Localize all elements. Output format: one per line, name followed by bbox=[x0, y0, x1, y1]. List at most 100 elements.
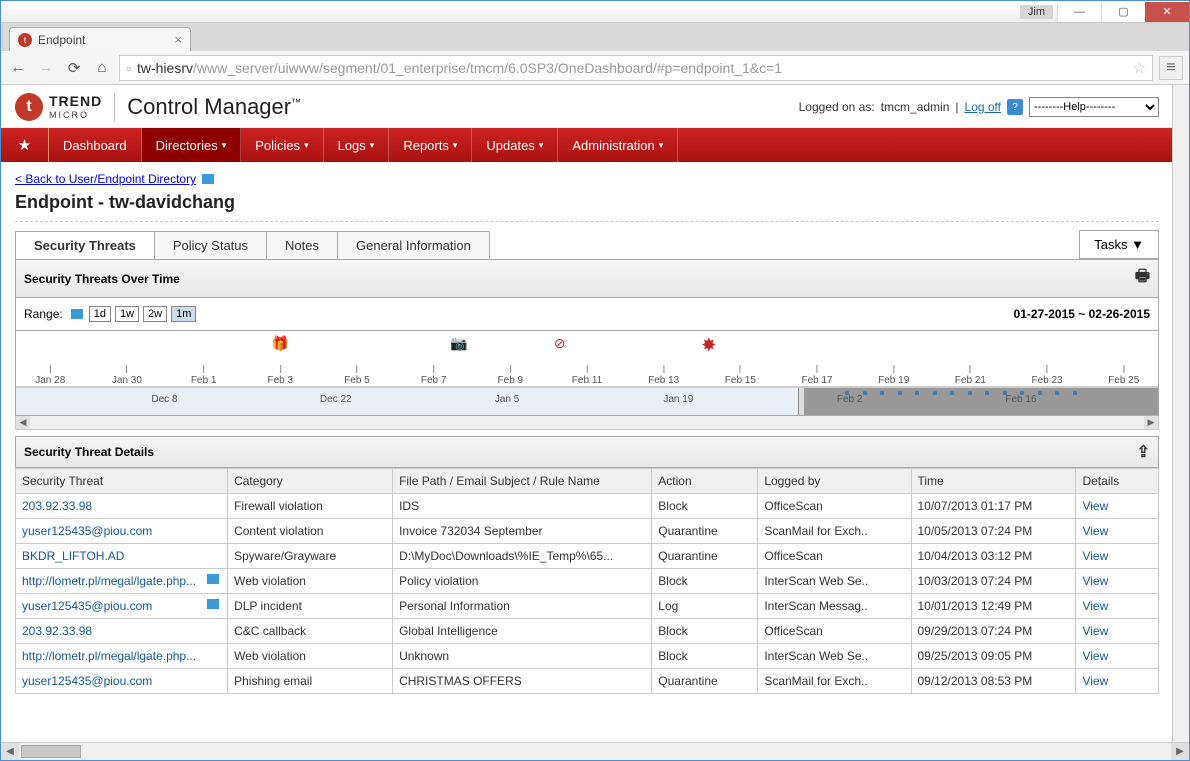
window-close-button[interactable]: ✕ bbox=[1145, 2, 1189, 22]
cell-time: 10/03/2013 07:24 PM bbox=[911, 569, 1076, 594]
threat-link[interactable]: yuser125435@piou.com bbox=[22, 674, 152, 688]
threat-link[interactable]: yuser125435@piou.com bbox=[22, 524, 152, 538]
cell-action: Block bbox=[652, 569, 758, 594]
reload-button[interactable]: ⟳ bbox=[63, 57, 85, 79]
col-category[interactable]: Category bbox=[228, 469, 393, 494]
app-title: Control Manager™ bbox=[127, 94, 301, 120]
nav-logs[interactable]: Logs▾ bbox=[324, 128, 390, 162]
tab-policy-status[interactable]: Policy Status bbox=[155, 231, 267, 259]
col-details[interactable]: Details bbox=[1076, 469, 1159, 494]
cell-detail: Global Intelligence bbox=[393, 619, 652, 644]
header-right: Logged on as: tmcm_admin | Log off ? ---… bbox=[799, 97, 1159, 117]
range-label: Range: bbox=[24, 307, 63, 321]
threat-burst-icon[interactable]: ✸ bbox=[701, 335, 716, 356]
threat-camera-icon[interactable]: 📷 bbox=[450, 335, 467, 352]
range-2w[interactable]: 2w bbox=[143, 306, 167, 322]
col-security-threat[interactable]: Security Threat bbox=[16, 469, 228, 494]
cell-loggedby: OfficeScan bbox=[758, 619, 911, 644]
tab-close-icon[interactable]: × bbox=[174, 32, 182, 47]
window-horizontal-scrollbar[interactable]: ◀ ▶ bbox=[1, 742, 1189, 760]
range-1m[interactable]: 1m bbox=[171, 306, 196, 322]
view-link[interactable]: View bbox=[1082, 649, 1108, 663]
back-link[interactable]: < Back to User/Endpoint Directory bbox=[15, 172, 196, 186]
view-link[interactable]: View bbox=[1082, 674, 1108, 688]
timeline-overview[interactable]: Dec 8Dec 22Jan 5Jan 19Feb 2Feb 16 bbox=[16, 387, 1158, 415]
blank-page-icon: ▫ bbox=[126, 60, 131, 76]
window-maximize-button[interactable]: ▢ bbox=[1101, 2, 1145, 22]
caret-down-icon: ▾ bbox=[539, 140, 544, 151]
timeline-scrollbar[interactable]: ◀ ▶ bbox=[15, 416, 1159, 430]
tab-security-threats[interactable]: Security Threats bbox=[15, 231, 155, 259]
table-row: yuser125435@piou.comPhishing emailCHRIST… bbox=[16, 669, 1159, 694]
print-icon[interactable]: 🖶 bbox=[1135, 265, 1150, 292]
nav-favorites-icon[interactable]: ★ bbox=[1, 128, 49, 162]
threat-link[interactable]: http://lometr.pl/megal/lgate.php... bbox=[22, 574, 196, 588]
cell-loggedby: OfficeScan bbox=[758, 494, 911, 519]
threat-gift-icon[interactable]: 🎁 bbox=[272, 335, 289, 352]
timeline-tick: Feb 1 bbox=[191, 365, 217, 386]
cell-category: Web violation bbox=[228, 569, 393, 594]
view-link[interactable]: View bbox=[1082, 524, 1108, 538]
threat-link[interactable]: 203.92.33.98 bbox=[22, 624, 92, 638]
cell-category: Spyware/Grayware bbox=[228, 544, 393, 569]
nav-dashboard[interactable]: Dashboard bbox=[49, 128, 142, 162]
range-date-span: 01-27-2015 ~ 02-26-2015 bbox=[1014, 307, 1150, 321]
scroll-right-icon[interactable]: ▶ bbox=[1144, 416, 1158, 429]
view-link[interactable]: View bbox=[1082, 624, 1108, 638]
col-action[interactable]: Action bbox=[652, 469, 758, 494]
back-button[interactable]: ← bbox=[7, 57, 29, 79]
cell-action: Block bbox=[652, 494, 758, 519]
col-time[interactable]: Time bbox=[911, 469, 1076, 494]
nav-directories[interactable]: Directories▾ bbox=[142, 128, 242, 162]
help-icon[interactable]: ? bbox=[1007, 99, 1023, 115]
logged-on-label: Logged on as: bbox=[799, 100, 875, 114]
help-select[interactable]: --------Help-------- bbox=[1029, 97, 1159, 117]
cell-time: 09/29/2013 07:24 PM bbox=[911, 619, 1076, 644]
scroll-right-icon[interactable]: ▶ bbox=[1171, 743, 1189, 760]
view-link[interactable]: View bbox=[1082, 549, 1108, 563]
logoff-link[interactable]: Log off bbox=[965, 100, 1001, 114]
col-logged-by[interactable]: Logged by bbox=[758, 469, 911, 494]
timeline-tick: Feb 25 bbox=[1108, 365, 1139, 386]
favicon-icon: t bbox=[18, 33, 32, 47]
threat-link[interactable]: BKDR_LIFTOH.AD bbox=[22, 549, 124, 563]
range-1d[interactable]: 1d bbox=[89, 306, 111, 322]
table-header-row: Security Threat Category File Path / Ema… bbox=[16, 469, 1159, 494]
window-minimize-button[interactable]: — bbox=[1057, 2, 1101, 22]
timeline-tick: Feb 3 bbox=[267, 365, 293, 386]
cell-time: 09/25/2013 09:05 PM bbox=[911, 644, 1076, 669]
note-marker-icon bbox=[71, 309, 83, 319]
browser-menu-button[interactable]: ≡ bbox=[1159, 56, 1183, 80]
browser-tab[interactable]: t Endpoint × bbox=[9, 27, 191, 51]
address-bar[interactable]: ▫ tw-hiesrv/www_server/uiwww/segment/01_… bbox=[119, 55, 1153, 81]
view-link[interactable]: View bbox=[1082, 599, 1108, 613]
scroll-left-icon[interactable]: ◀ bbox=[1, 743, 19, 760]
nav-administration[interactable]: Administration▾ bbox=[558, 128, 678, 162]
timeline-tick: Jan 28 bbox=[35, 365, 65, 386]
tasks-button[interactable]: Tasks ▼ bbox=[1079, 230, 1159, 259]
overview-tick: Feb 16 bbox=[1005, 394, 1036, 405]
nav-updates[interactable]: Updates▾ bbox=[472, 128, 558, 162]
range-1w[interactable]: 1w bbox=[115, 306, 139, 322]
view-link[interactable]: View bbox=[1082, 574, 1108, 588]
logged-on-user: tmcm_admin bbox=[881, 100, 950, 114]
os-user-badge: Jim bbox=[1020, 5, 1053, 19]
url-path: /www_server/uiwww/segment/01_enterprise/… bbox=[193, 60, 782, 76]
tab-notes[interactable]: Notes bbox=[267, 231, 338, 259]
bookmark-star-icon[interactable]: ☆ bbox=[1133, 59, 1146, 77]
threat-link[interactable]: 203.92.33.98 bbox=[22, 499, 92, 513]
overview-tick: Jan 19 bbox=[663, 394, 693, 405]
col-filepath[interactable]: File Path / Email Subject / Rule Name bbox=[393, 469, 652, 494]
threat-link[interactable]: yuser125435@piou.com bbox=[22, 599, 152, 613]
export-icon[interactable]: ⇪ bbox=[1137, 442, 1150, 462]
nav-policies[interactable]: Policies▾ bbox=[241, 128, 323, 162]
tab-general-information[interactable]: General Information bbox=[338, 231, 490, 259]
threat-alert-icon[interactable]: ⊘ bbox=[554, 335, 566, 352]
view-link[interactable]: View bbox=[1082, 499, 1108, 513]
caret-down-icon: ▾ bbox=[453, 140, 458, 151]
scroll-thumb[interactable] bbox=[21, 745, 81, 758]
nav-reports[interactable]: Reports▾ bbox=[389, 128, 472, 162]
threat-link[interactable]: http://lometr.pl/megal/lgate.php... bbox=[22, 649, 196, 663]
scroll-left-icon[interactable]: ◀ bbox=[16, 416, 30, 429]
home-button[interactable]: ⌂ bbox=[91, 57, 113, 79]
